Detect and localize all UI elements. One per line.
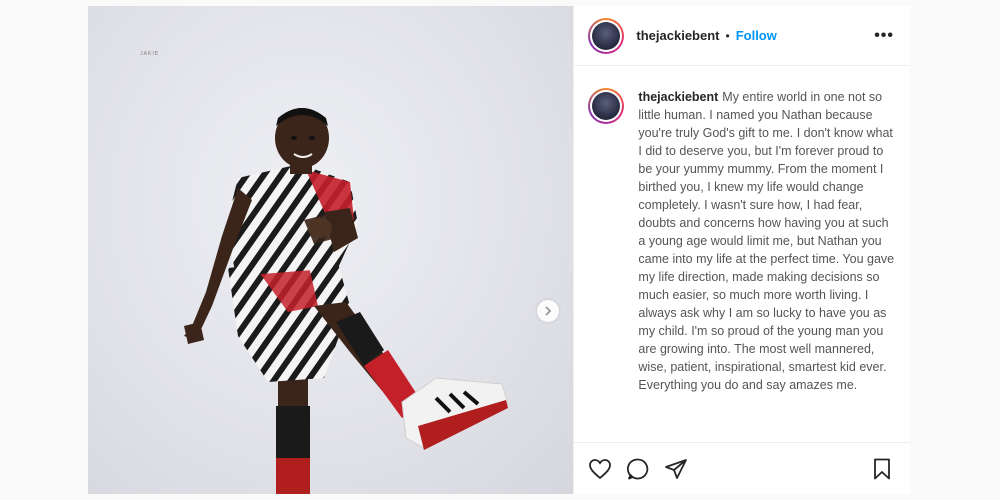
save-button[interactable]	[868, 455, 896, 483]
comment-button[interactable]	[624, 455, 652, 483]
chevron-right-icon	[545, 306, 552, 316]
username-link[interactable]: thejackiebent	[636, 28, 719, 43]
instagram-post: ᴶᴬᴷᴵᴱ thejackiebent • Follow ••• thejack…	[88, 6, 910, 494]
post-photo[interactable]: ᴶᴬᴷᴵᴱ	[88, 6, 574, 494]
caption-username[interactable]: thejackiebent	[638, 90, 718, 104]
more-options-button[interactable]: •••	[874, 27, 894, 45]
caption-text: thejackiebent My entire world in one not …	[638, 88, 896, 442]
caption-section: thejackiebent My entire world in one not …	[574, 66, 910, 442]
separator-dot: •	[725, 28, 730, 43]
profile-avatar[interactable]	[588, 17, 625, 54]
caption-body: My entire world in one not so little hum…	[638, 90, 895, 392]
action-bar	[574, 442, 910, 494]
post-sidebar: thejackiebent • Follow ••• thejackiebent…	[573, 6, 910, 494]
share-button[interactable]	[662, 455, 690, 483]
post-header: thejackiebent • Follow •••	[574, 6, 910, 66]
comment-icon	[627, 458, 649, 479]
caption-avatar[interactable]	[588, 88, 625, 124]
heart-icon	[589, 458, 612, 479]
next-photo-button[interactable]	[537, 300, 559, 322]
paper-plane-icon	[665, 458, 688, 479]
like-button[interactable]	[586, 455, 614, 483]
bookmark-icon	[874, 458, 890, 479]
follow-button[interactable]: Follow	[736, 28, 777, 43]
boy-kicking-illustration	[184, 108, 509, 494]
ellipsis-icon: •••	[874, 26, 894, 44]
